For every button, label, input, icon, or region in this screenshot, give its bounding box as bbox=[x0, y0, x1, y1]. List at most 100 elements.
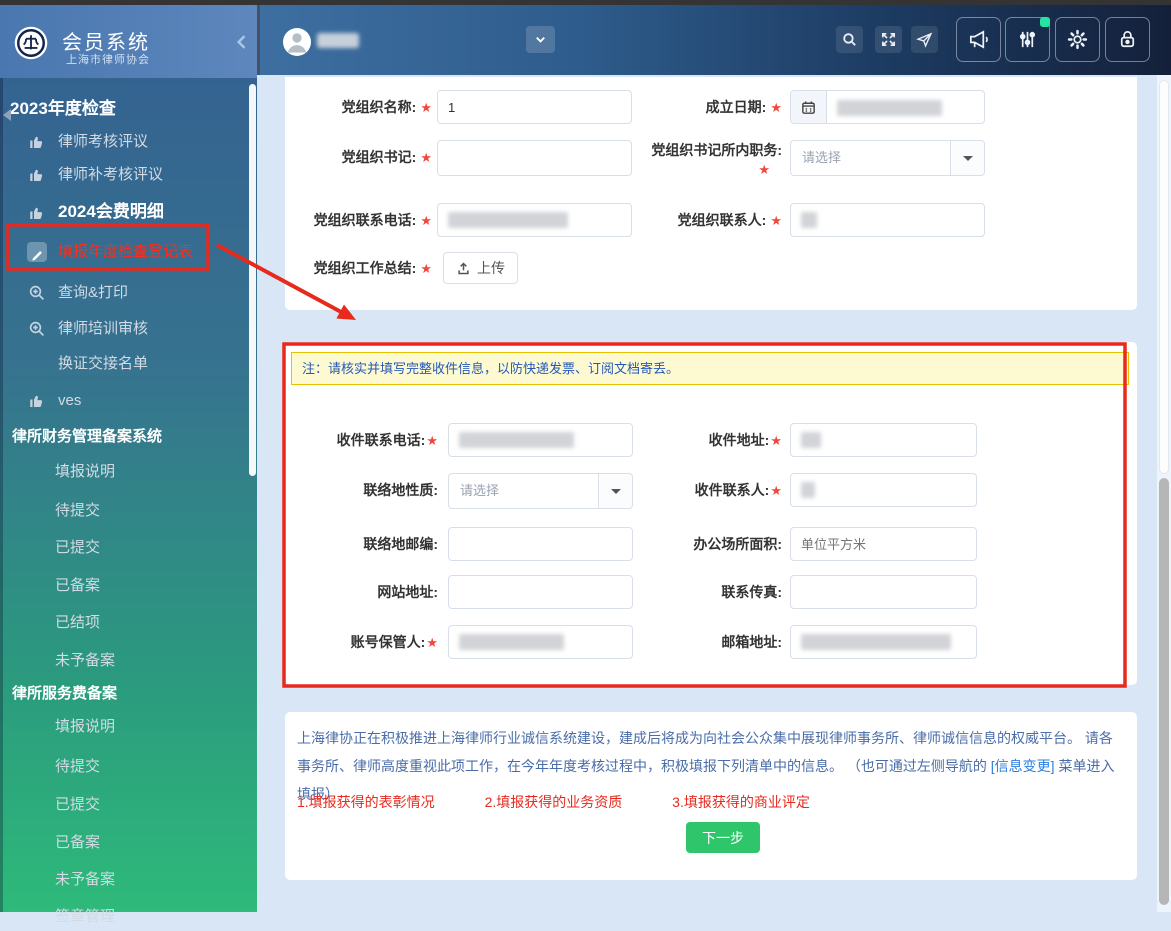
upload-icon bbox=[458, 261, 469, 274]
sidebar-item-submitted-2[interactable]: 已提交 bbox=[0, 791, 250, 819]
sidebar-item-cert-handover[interactable]: 换证交接名单 bbox=[0, 350, 250, 378]
field-label-secretary-post: 党组织书记所内职务: bbox=[651, 142, 782, 158]
sidebar-item-lawyer-makeup-review[interactable]: 律师补考核评议 bbox=[0, 161, 250, 189]
required-star: ★ bbox=[420, 100, 432, 115]
field-label-email: 邮箱地址: bbox=[721, 634, 782, 650]
field-label-found-date: 成立日期: ★ bbox=[705, 99, 782, 115]
notification-badge bbox=[1040, 17, 1050, 27]
required-star: ★ bbox=[420, 150, 432, 165]
redacted-value bbox=[801, 634, 951, 650]
send-icon[interactable] bbox=[911, 26, 938, 53]
field-label-party-name: 党组织名称: ★ bbox=[341, 99, 432, 115]
field-label-party-contact: 党组织联系人: ★ bbox=[677, 212, 782, 228]
redacted-value bbox=[837, 100, 942, 116]
gear-icon[interactable] bbox=[1055, 17, 1100, 62]
report-links: 1.填报获得的表彰情况 2.填报获得的业务资质 3.填报获得的商业评定 bbox=[297, 792, 856, 812]
recv-contact-input[interactable] bbox=[790, 473, 977, 507]
note-banner: 注：请核实并填写完整收件信息，以防快递发票、订阅文档寄丢。 bbox=[291, 352, 1129, 385]
sidebar-item-seal-management[interactable]: 签章管理 bbox=[0, 903, 250, 931]
required-star: ★ bbox=[420, 213, 432, 228]
sidebar-item-not-filed[interactable]: 未予备案 bbox=[0, 647, 250, 675]
field-label-secretary: 党组织书记: ★ bbox=[341, 149, 432, 165]
report-link-qualifications[interactable]: 2.填报获得的业务资质 bbox=[485, 794, 623, 810]
redacted-value bbox=[459, 432, 574, 448]
required-star: ★ bbox=[420, 261, 432, 276]
sidebar-item-pending-submit[interactable]: 待提交 bbox=[0, 497, 250, 525]
field-label-recv-address: 收件地址:★ bbox=[708, 432, 782, 448]
zoom-plus-icon bbox=[28, 284, 46, 302]
thumbs-up-icon bbox=[28, 166, 46, 184]
field-label-office-area: 办公场所面积: bbox=[693, 536, 782, 552]
sidebar-group-finance-filing: 律所财务管理备案系统 bbox=[12, 428, 163, 445]
screen: { "app": { "title": "会员系统", "subtitle": … bbox=[0, 0, 1171, 925]
required-star: ★ bbox=[426, 433, 438, 448]
sidebar-item-lawyer-review[interactable]: 律师考核评议 bbox=[0, 128, 250, 156]
field-label-work-summary: 党组织工作总结: ★ bbox=[313, 260, 432, 276]
field-label-account-keeper: 账号保管人:★ bbox=[350, 634, 438, 650]
field-label-website: 网站地址: bbox=[377, 584, 438, 600]
user-menu-chevron-down-icon[interactable] bbox=[526, 26, 555, 53]
pencil-icon bbox=[27, 242, 47, 262]
sidebar-item-closed[interactable]: 已结项 bbox=[0, 609, 250, 637]
sidebar-collapse-icon[interactable] bbox=[232, 32, 252, 52]
required-star: ★ bbox=[770, 483, 782, 498]
sidebar-item-filing-notes[interactable]: 填报说明 bbox=[0, 458, 250, 486]
topbar bbox=[257, 5, 1171, 75]
report-link-honors[interactable]: 1.填报获得的表彰情况 bbox=[297, 794, 435, 810]
sidebar-item-filed[interactable]: 已备案 bbox=[0, 572, 250, 600]
redacted-value bbox=[801, 482, 815, 498]
required-star: ★ bbox=[426, 635, 438, 650]
sidebar-group-2023[interactable]: 2023年度检查 bbox=[3, 96, 116, 122]
user-avatar[interactable] bbox=[283, 28, 311, 56]
upload-button[interactable]: 上传 bbox=[443, 252, 518, 284]
fullscreen-icon[interactable] bbox=[875, 26, 902, 53]
party-contact-input[interactable] bbox=[790, 203, 985, 237]
megaphone-icon[interactable] bbox=[956, 17, 1001, 62]
app-subtitle: 上海市律师协会 bbox=[66, 54, 150, 66]
search-icon[interactable] bbox=[836, 26, 863, 53]
fax-input[interactable] bbox=[790, 575, 977, 609]
redacted-value bbox=[801, 212, 817, 228]
sliders-icon[interactable] bbox=[1005, 17, 1050, 62]
field-label-recv-phone: 收件联系电话:★ bbox=[336, 432, 438, 448]
sidebar-item-filing-notes-2[interactable]: 填报说明 bbox=[0, 713, 250, 741]
sidebar-item-training-audit[interactable]: 律师培训审核 bbox=[0, 315, 250, 343]
redacted-value bbox=[448, 212, 568, 228]
triangle-left-icon bbox=[2, 103, 12, 121]
sidebar-item-not-filed-2[interactable]: 未予备案 bbox=[0, 866, 250, 894]
sidebar-group-service-fee-filing: 律所服务费备案 bbox=[12, 685, 118, 702]
caret-down-icon[interactable] bbox=[950, 141, 984, 175]
user-name-redacted bbox=[317, 33, 359, 48]
sidebar-item-annual-check-form[interactable]: 填报年度检查登记表 bbox=[0, 238, 250, 266]
calendar-icon bbox=[791, 91, 827, 123]
secretary-post-select[interactable]: 请选择 bbox=[790, 140, 985, 176]
found-date-input[interactable] bbox=[790, 90, 985, 124]
zoom-plus-icon bbox=[28, 320, 46, 338]
office-area-input[interactable] bbox=[790, 527, 977, 561]
required-star: ★ bbox=[758, 162, 770, 177]
field-label-zip: 联络地邮编: bbox=[363, 536, 438, 552]
redacted-value bbox=[801, 432, 821, 448]
field-label-fax: 联系传真: bbox=[721, 584, 782, 600]
required-star: ★ bbox=[770, 100, 782, 115]
sidebar-item-filed-2[interactable]: 已备案 bbox=[0, 829, 250, 857]
redacted-value bbox=[459, 634, 564, 650]
field-label-party-phone: 党组织联系电话: ★ bbox=[313, 212, 432, 228]
field-label-place-type: 联络地性质: bbox=[363, 482, 438, 498]
thumbs-up-icon bbox=[28, 204, 46, 222]
content-scrollbar-thumb[interactable] bbox=[1159, 478, 1169, 905]
next-step-button[interactable]: 下一步 bbox=[686, 822, 760, 853]
sidebar-item-query-print[interactable]: 查询&打印 bbox=[0, 279, 250, 307]
content-scrollbar-upper-segment[interactable] bbox=[1159, 80, 1169, 474]
association-logo bbox=[14, 26, 48, 60]
sidebar-item-ves[interactable]: ves bbox=[0, 387, 250, 415]
sidebar-item-2024-fees[interactable]: 2024会费明细 bbox=[0, 198, 250, 226]
sidebar-logo-bar: 会员系统 上海市律师协会 bbox=[0, 5, 257, 78]
info-change-link[interactable]: [信息变更] bbox=[991, 758, 1055, 774]
report-link-ratings[interactable]: 3.填报获得的商业评定 bbox=[672, 794, 810, 810]
field-label-recv-contact: 收件联系人:★ bbox=[694, 482, 782, 498]
lock-icon[interactable] bbox=[1105, 17, 1150, 62]
sidebar-item-submitted[interactable]: 已提交 bbox=[0, 534, 250, 562]
required-star: ★ bbox=[770, 213, 782, 228]
sidebar-item-pending-submit-2[interactable]: 待提交 bbox=[0, 753, 250, 781]
